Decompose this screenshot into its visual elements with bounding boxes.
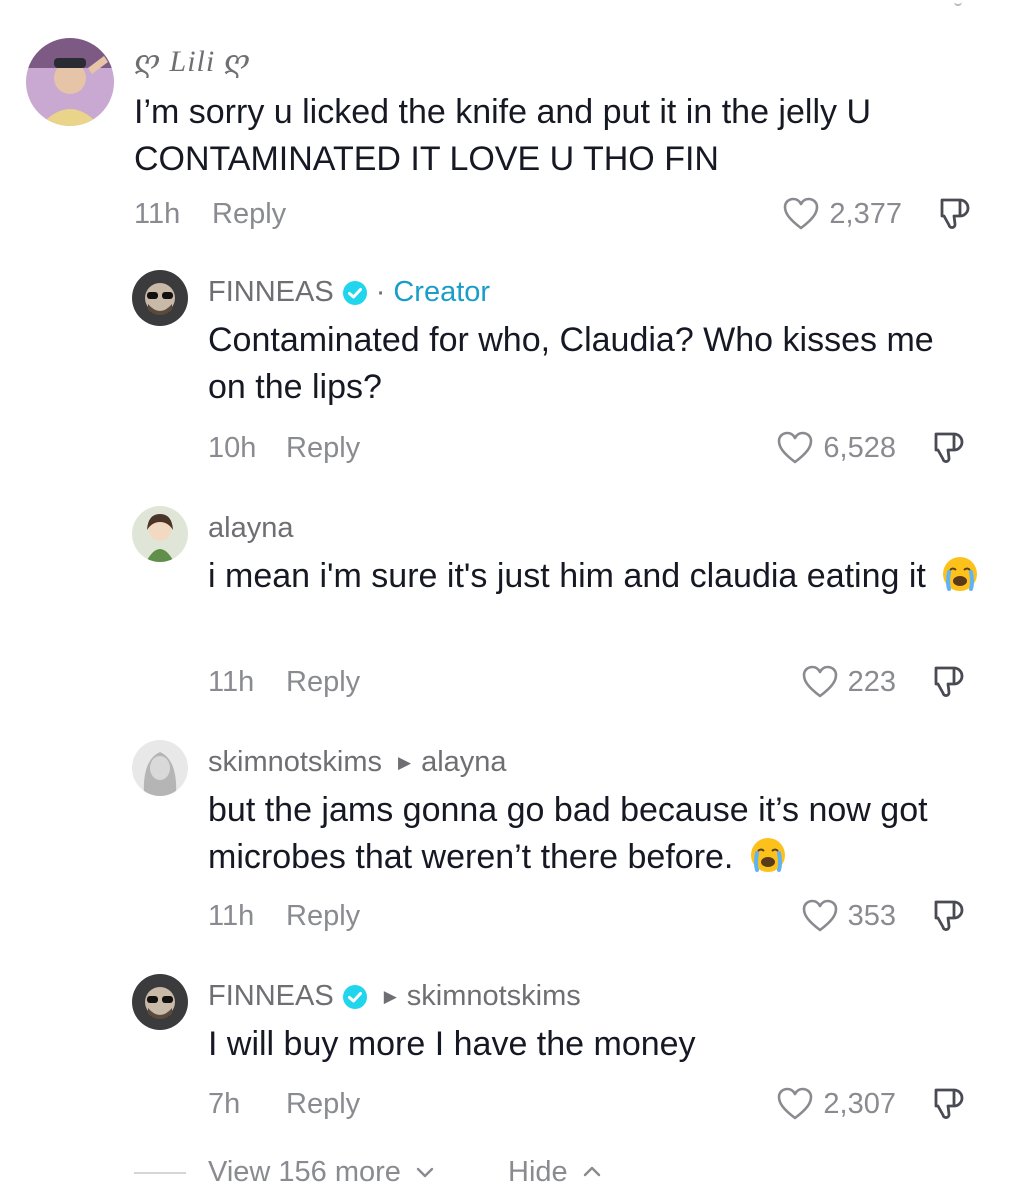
dislike-icon[interactable] — [930, 428, 970, 468]
avatar[interactable] — [26, 38, 114, 126]
username[interactable]: FINNEAS — [208, 276, 334, 309]
username[interactable]: ღ Lili ღ — [134, 44, 251, 79]
comment-text: I will buy more I have the money — [208, 1025, 696, 1063]
chevron-down-icon — [416, 1167, 434, 1178]
avatar[interactable] — [132, 270, 188, 326]
comment-text: but the jams gonna go bad because it’s n… — [208, 787, 988, 881]
avatar[interactable] — [132, 974, 188, 1030]
verified-icon — [342, 280, 367, 305]
comment-text-content: but the jams gonna go bad because it’s n… — [208, 791, 928, 876]
reply-to-username[interactable]: alayna — [421, 746, 506, 779]
username[interactable]: FINNEAS — [208, 980, 334, 1013]
like-heart-icon[interactable] — [802, 665, 838, 699]
timestamp: 11h — [134, 198, 181, 230]
view-more-replies-button[interactable]: View 156 more — [208, 1156, 435, 1189]
creator-badge: Creator — [393, 276, 491, 308]
reply-button[interactable]: Reply — [212, 198, 286, 231]
reply-button[interactable]: Reply — [286, 1088, 360, 1121]
timestamp: 10h — [208, 432, 257, 464]
comment-text: I’m sorry u licked the knife and put it … — [134, 93, 871, 178]
hide-label: Hide — [508, 1156, 568, 1188]
avatar[interactable] — [132, 740, 188, 796]
reply-arrow-icon: ▶ — [398, 752, 412, 772]
hide-replies-button[interactable]: Hide — [508, 1156, 602, 1189]
comment-text-content: i mean i'm sure it's just him and claudi… — [208, 557, 926, 595]
dislike-icon[interactable] — [930, 1084, 970, 1124]
username[interactable]: skimnotskims — [208, 746, 382, 779]
comment-text: i mean i'm sure it's just him and claudi… — [208, 553, 988, 600]
timestamp: 7h — [208, 1088, 241, 1120]
reply-button[interactable]: Reply — [286, 432, 360, 465]
username[interactable]: alayna — [208, 512, 293, 545]
like-heart-icon[interactable] — [802, 899, 838, 933]
dislike-icon[interactable] — [930, 896, 970, 936]
timestamp: 11h — [208, 666, 255, 698]
divider — [134, 1172, 186, 1174]
verified-icon — [342, 984, 367, 1009]
top-edge-fragment — [954, 0, 962, 6]
like-count: 2,377 — [829, 197, 902, 230]
like-heart-icon[interactable] — [783, 197, 819, 231]
like-count: 6,528 — [823, 431, 896, 464]
reply-to-username[interactable]: skimnotskims — [407, 980, 581, 1013]
reply-button[interactable]: Reply — [286, 900, 360, 933]
like-heart-icon[interactable] — [777, 431, 813, 465]
avatar[interactable] — [132, 506, 188, 562]
like-heart-icon[interactable] — [777, 1087, 813, 1121]
reply-arrow-icon: ▶ — [383, 986, 397, 1006]
separator-dot: · — [375, 276, 386, 308]
like-count: 223 — [847, 665, 896, 698]
dislike-icon[interactable] — [936, 194, 976, 234]
loudly-crying-face-icon — [943, 557, 978, 591]
chevron-up-icon — [583, 1166, 600, 1177]
dislike-icon[interactable] — [930, 662, 970, 702]
timestamp: 11h — [208, 900, 255, 932]
view-more-label: View 156 more — [208, 1156, 401, 1188]
loudly-crying-face-icon — [750, 838, 785, 872]
reply-button[interactable]: Reply — [286, 666, 360, 699]
comment-text: Contaminated for who, Claudia? Who kisse… — [208, 321, 934, 406]
like-count: 2,307 — [823, 1087, 896, 1120]
like-count: 353 — [847, 899, 896, 932]
replies-footer: View 156 more Hide — [0, 1148, 1012, 1200]
